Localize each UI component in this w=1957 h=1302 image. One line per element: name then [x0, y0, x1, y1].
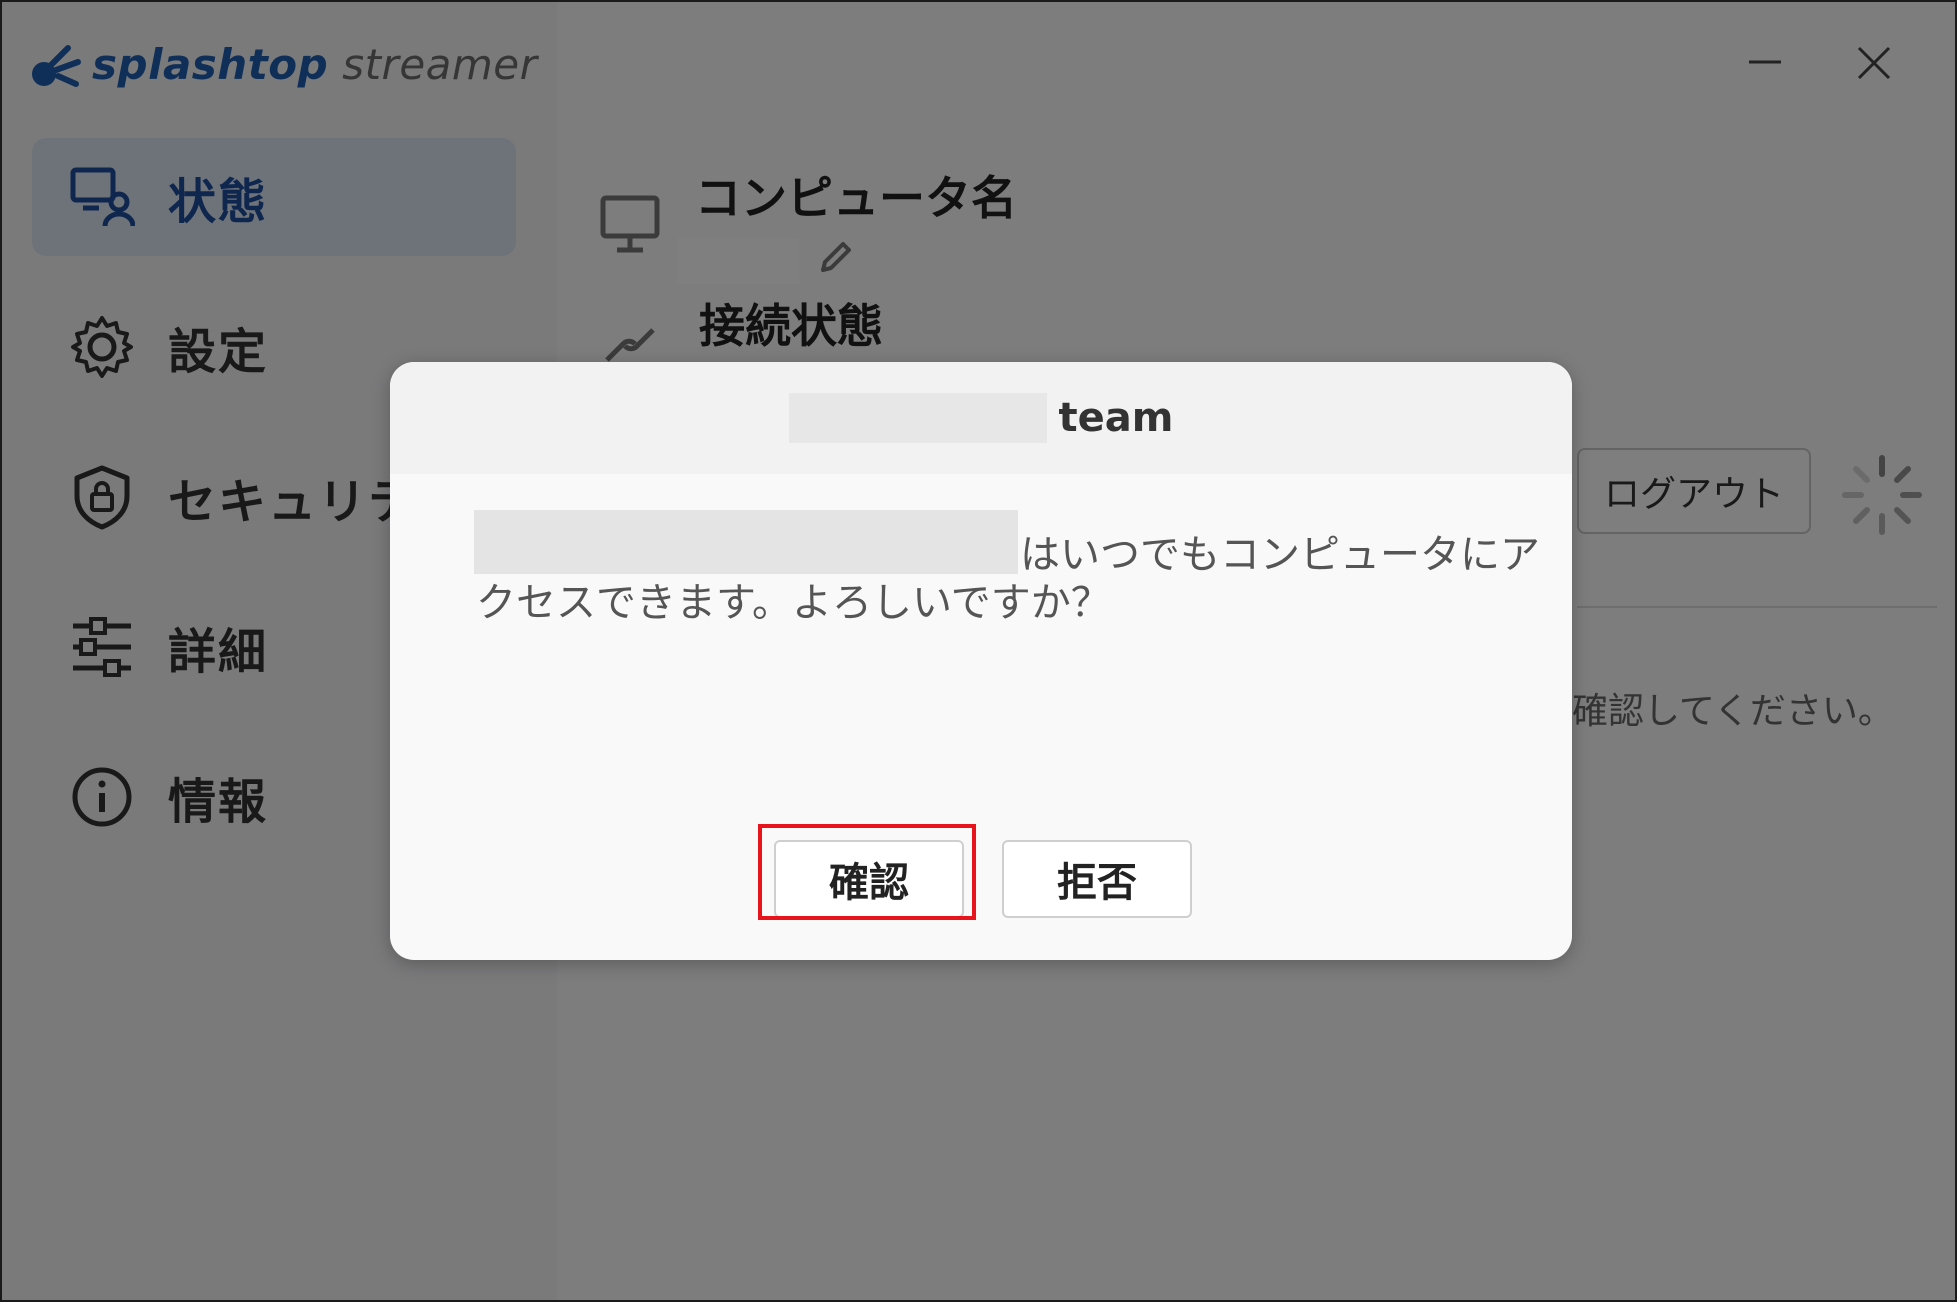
- team-name-redacted: [788, 393, 1047, 443]
- dialog-title: team: [1058, 395, 1174, 441]
- access-confirm-dialog: team はいつでもコンピュータにア クセスできます。よろしいですか？ 確認 拒…: [390, 362, 1572, 960]
- app-window: splashtop streamer 状態 設定: [0, 0, 1957, 1302]
- reject-button[interactable]: 拒否: [1002, 840, 1192, 918]
- dialog-message-line2: クセスできます。よろしいですか？: [476, 580, 1111, 626]
- confirm-highlight-box: [758, 824, 976, 920]
- dialog-header: team: [390, 362, 1572, 474]
- requester-name-redacted: [474, 510, 1018, 574]
